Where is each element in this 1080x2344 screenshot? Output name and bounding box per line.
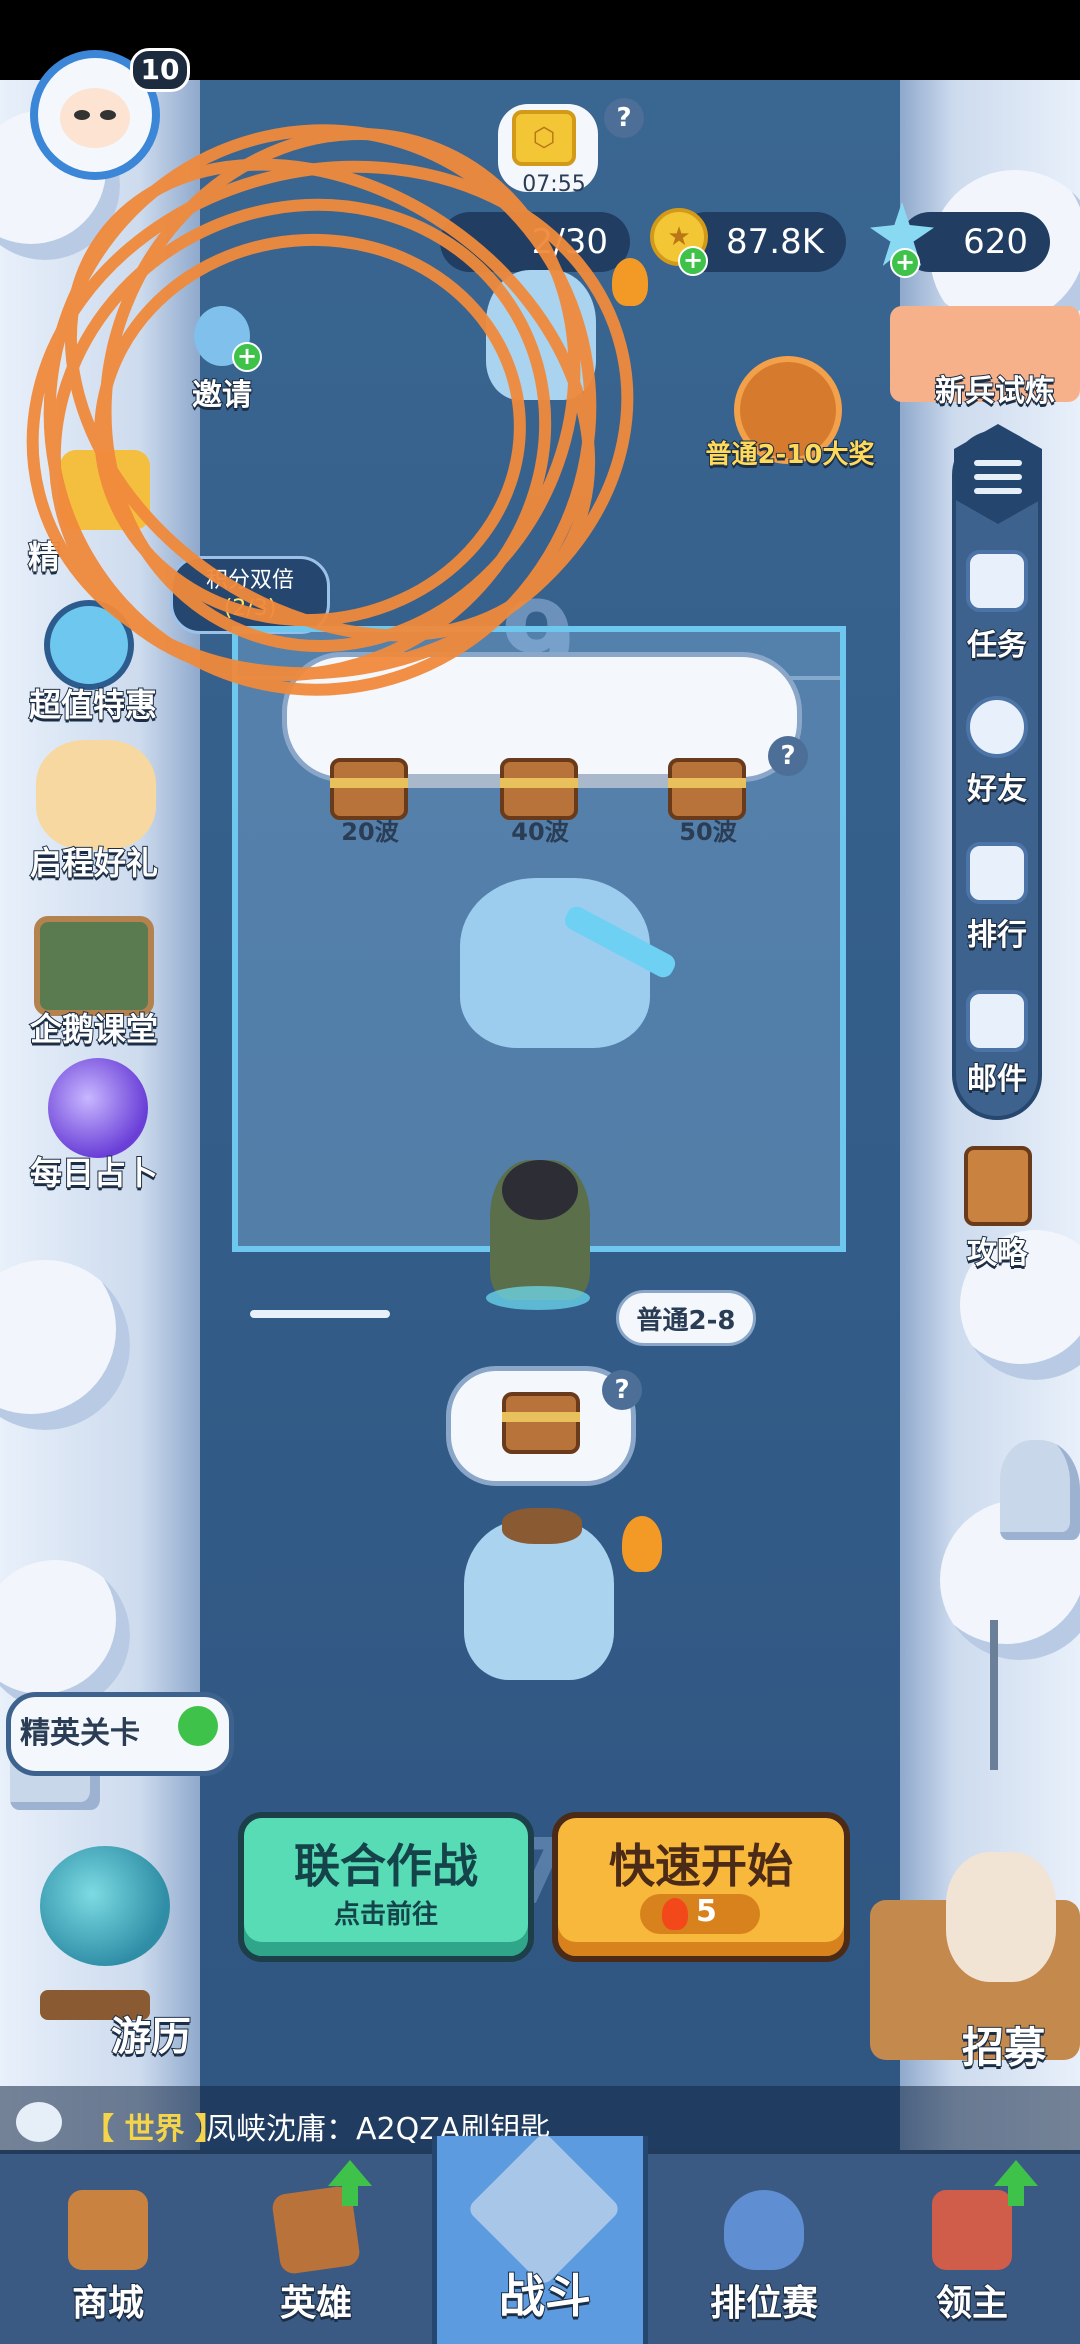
hot-air-balloon-icon[interactable] [40, 1846, 170, 1966]
wave-20-label: 20波 [341, 818, 399, 846]
yeti-torch-enemy-icon [464, 1520, 614, 1680]
nav-battle-label: 战斗 [498, 2268, 592, 2324]
timer-chest-icon: ⬡ [512, 110, 576, 166]
wave-50-label: 50波 [679, 818, 737, 846]
chat-bubble-icon[interactable] [16, 2102, 62, 2142]
task-label[interactable]: 任务 [950, 620, 1044, 664]
ranked-shield-icon [724, 2190, 804, 2270]
refresh-icon [178, 1706, 218, 1746]
cowboy-hat-icon [502, 1508, 582, 1544]
stage-progress-left [250, 1310, 390, 1318]
upgrade-arrow-icon [328, 2160, 372, 2206]
mail-label[interactable]: 邮件 [950, 1054, 1044, 1098]
friends-icon[interactable] [966, 696, 1028, 758]
nav-lord[interactable]: 领主 [864, 2154, 1080, 2344]
next-chest-help-icon[interactable]: ? [602, 1370, 642, 1410]
wave-help-icon[interactable]: ? [768, 736, 808, 776]
bottom-nav: 商城 英雄 战斗 排位赛 领主 [0, 2131, 1080, 2344]
task-clipboard-icon[interactable] [966, 550, 1028, 612]
recruit-npc-icon [946, 1852, 1056, 1982]
chat-channel: 【 世界 】 [84, 2112, 225, 2147]
nav-shop[interactable]: 商城 [0, 2154, 216, 2344]
wave-chest-icon[interactable] [330, 758, 408, 820]
wave-chest-icon[interactable] [500, 758, 578, 820]
nav-ranked-label: 排位赛 [709, 2282, 819, 2325]
yeti-boss-icon [460, 878, 650, 1048]
invite-label[interactable]: 邀请 [170, 370, 274, 414]
nav-battle[interactable]: 战斗 [432, 2131, 648, 2344]
elite-stage-label: 精英关卡 [20, 1716, 140, 1751]
clock-deal-icon[interactable] [44, 600, 134, 690]
player-level-badge: 10 [130, 48, 190, 92]
journey-gift-icon[interactable] [36, 740, 156, 850]
nav-heroes[interactable]: 英雄 [208, 2154, 424, 2344]
points-double-label: 积分双倍 [205, 568, 294, 593]
torch-icon [612, 258, 648, 306]
add-gold-button[interactable]: + [678, 246, 708, 276]
chest-help-icon[interactable]: ? [604, 98, 644, 138]
add-gem-button[interactable]: + [890, 248, 920, 278]
nav-lord-label: 领主 [935, 2282, 1009, 2325]
mail-envelope-icon[interactable] [966, 990, 1028, 1052]
quick-start-title: 快速开始 [609, 1839, 793, 1893]
daily-divination-label[interactable]: 每日占卜 [14, 1148, 174, 1194]
leaderboard-podium-icon[interactable] [966, 842, 1028, 904]
coop-battle-title: 联合作战 [294, 1839, 478, 1893]
stamina-cost: 5 [696, 1894, 717, 1929]
gem-counter: 620 [900, 212, 1050, 272]
elite-pass-icon[interactable] [60, 450, 150, 530]
snow-rock-icon [1000, 1440, 1080, 1540]
nav-ranked[interactable]: 排位赛 [656, 2154, 872, 2344]
yeti-enemy-icon [486, 270, 596, 400]
elite-pass-label[interactable]: 精 [24, 532, 64, 578]
guide-label[interactable]: 攻略 [950, 1228, 1044, 1272]
value-deal-label[interactable]: 超值特惠 [18, 680, 168, 726]
chest-timer: 07:55 [522, 172, 586, 197]
penguin-classroom-label[interactable]: 企鹅课堂 [14, 1004, 174, 1050]
journey-gift-label[interactable]: 启程好礼 [14, 838, 174, 884]
friends-label[interactable]: 好友 [950, 764, 1044, 808]
next-stage-chest-icon[interactable] [502, 1392, 580, 1454]
hero-hair-icon [502, 1160, 578, 1220]
coop-battle-subtitle: 点击前往 [333, 1900, 438, 1930]
crystal-ball-icon[interactable] [48, 1058, 148, 1158]
guide-book-icon[interactable] [964, 1146, 1032, 1226]
wave-40-label: 40波 [511, 818, 569, 846]
invite-plus-icon: + [232, 342, 262, 372]
recruit-label[interactable]: 招募 [944, 2014, 1064, 2075]
dead-tree-icon [990, 1620, 998, 1770]
flame-icon [662, 1898, 688, 1930]
nav-shop-label: 商城 [71, 2282, 145, 2325]
torch-icon [622, 1516, 662, 1572]
avatar-face-icon [60, 88, 130, 148]
upgrade-arrow-icon [994, 2160, 1038, 2206]
wave-chest-icon[interactable] [668, 758, 746, 820]
points-double-progress: (2/3) [223, 596, 277, 621]
travel-label[interactable]: 游历 [96, 2004, 206, 2062]
penguin-classroom-icon[interactable] [34, 916, 154, 1016]
hero-platform [486, 1286, 590, 1310]
leaderboard-label[interactable]: 排行 [950, 910, 1044, 954]
recruit-trial-label[interactable]: 新兵试炼 [910, 366, 1080, 410]
nav-heroes-label: 英雄 [279, 2282, 353, 2325]
shop-chest-icon [68, 2190, 148, 2270]
stamina-counter: 2/30 [440, 212, 630, 272]
reward-badge-label[interactable]: 普通2-10大奖 [690, 434, 890, 471]
stage-label: 普通2-8 [636, 1306, 736, 1336]
